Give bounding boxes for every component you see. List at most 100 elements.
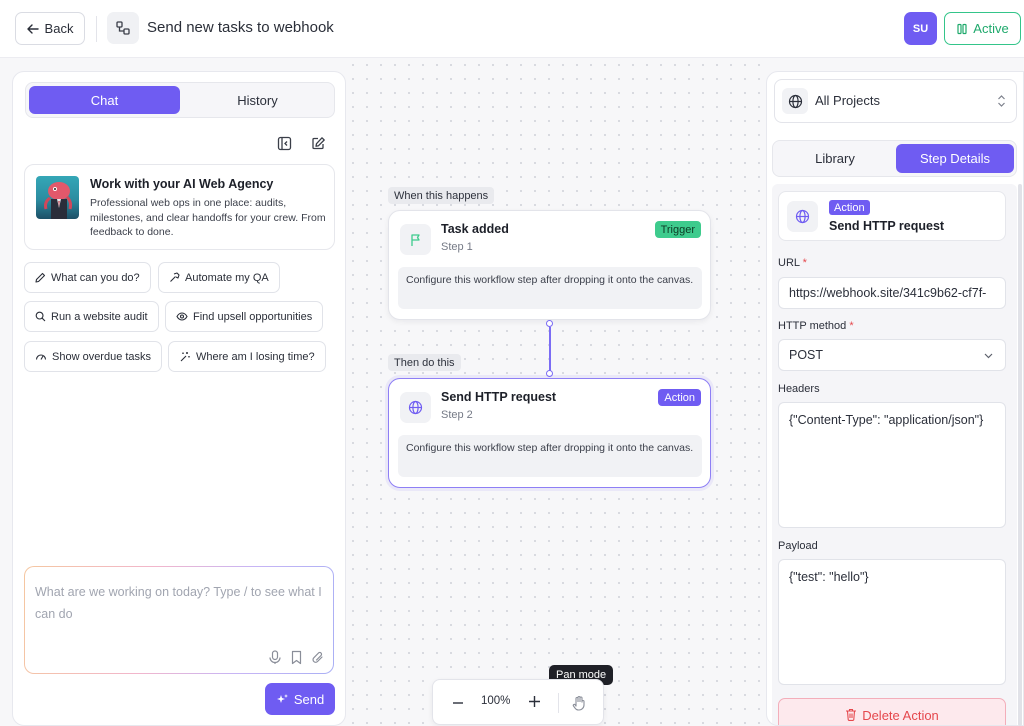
delete-label: Delete Action [862,708,939,723]
globe-icon [782,88,808,114]
status-label: Active [973,21,1009,36]
zoom-divider [558,693,559,713]
zoom-in-button[interactable] [529,692,540,712]
agency-title: Work with your AI Web Agency [90,177,274,191]
properties-panel: All Projects Library Step Details Action… [766,71,1024,726]
sparkle-icon [180,352,190,362]
hammer-icon [170,272,180,282]
back-label: Back [44,21,74,36]
tab-library[interactable]: Library [776,144,894,173]
suggestion-losing-time[interactable]: Where am I losing time? [168,341,326,372]
workflow-node-trigger[interactable]: Task added Step 1 Trigger Configure this… [388,210,711,320]
gauge-icon [35,354,47,360]
http-method-value: POST [789,348,824,362]
input-actions [268,650,325,665]
stage-label-action: Then do this [388,354,461,371]
suggestion-label: Find upsell opportunities [193,310,313,323]
microphone-icon[interactable] [268,650,282,665]
hand-icon[interactable] [569,693,589,713]
pencil-icon [35,272,46,283]
stage-label-trigger: When this happens [388,187,495,204]
trigger-badge: Trigger [654,221,701,238]
agency-avatar-image [36,176,79,219]
sparkles-icon [276,693,288,703]
headers-label: Headers [778,383,820,395]
connector-handle-bottom[interactable] [546,370,553,377]
edit-icon[interactable] [309,134,327,152]
zoom-controls: 100% [432,679,604,725]
details-scrollbar[interactable] [1018,184,1022,726]
node-title: Task added [441,222,509,236]
trash-icon [846,708,857,721]
http-method-select[interactable]: POST [778,339,1006,371]
suggestion-automate-qa[interactable]: Automate my QA [158,262,280,293]
sidebar-collapse-icon[interactable] [275,134,293,152]
workflow-canvas[interactable]: When this happens Task added Step 1 Trig… [346,58,766,726]
node-description: Configure this workflow step after dropp… [398,267,702,309]
paperclip-icon[interactable] [311,650,325,665]
http-method-label: HTTP method * [778,320,854,332]
arrow-left-icon [26,23,39,34]
globe-icon [787,201,818,232]
agency-description: Professional web ops in one place: audit… [90,197,326,238]
back-button[interactable]: Back [15,12,85,45]
suggestion-overdue-tasks[interactable]: Show overdue tasks [24,341,163,372]
chevron-updown-icon [998,95,1005,107]
minus-icon [453,702,463,704]
node-step: Step 1 [441,241,473,253]
suggestion-label: Run a website audit [51,310,148,323]
chat-input-placeholder: What are we working on today? Type / to … [35,585,322,621]
headers-textarea[interactable]: {"Content-Type": "application/json"} [778,402,1006,528]
suggestion-label: Where am I losing time? [196,350,315,363]
url-label: URL * [778,257,807,269]
top-bar: Back Send new tasks to webhook SU Active [0,0,1024,58]
user-avatar[interactable]: SU [904,12,937,45]
chat-panel: Chat History Work with your AI Web Agenc… [12,71,346,726]
tab-chat[interactable]: Chat [29,86,180,114]
tab-history[interactable]: History [182,86,333,114]
workflow-title: Send new tasks to webhook [147,19,334,36]
suggestion-label: Show overdue tasks [52,350,152,363]
project-select-value: All Projects [815,93,881,108]
eye-icon [176,312,188,321]
node-title: Send HTTP request [441,390,557,404]
agency-card[interactable]: Work with your AI Web Agency Professiona… [24,164,335,250]
suggestion-website-audit[interactable]: Run a website audit [24,301,159,332]
payload-label: Payload [778,540,818,552]
suggestion-upsell[interactable]: Find upsell opportunities [165,301,324,332]
suggestion-label: What can you do? [51,271,140,284]
node-description: Configure this workflow step after dropp… [398,435,702,477]
url-input[interactable]: https://webhook.site/341c9b62-cf7f- [778,277,1006,309]
active-status-button[interactable]: Active [944,12,1021,45]
delete-action-button[interactable]: Delete Action [778,698,1006,725]
bookmark-icon[interactable] [290,650,303,665]
step-title: Send HTTP request [829,219,945,233]
zoom-level: 100% [481,695,511,707]
chat-input[interactable]: What are we working on today? Type / to … [24,566,334,674]
workflow-node-action[interactable]: Send HTTP request Step 2 Action Configur… [388,378,711,488]
suggestion-label: Automate my QA [185,271,269,284]
flag-icon [400,224,431,255]
chat-tabs: Chat History [25,82,335,118]
action-badge: Action [829,200,870,215]
node-step: Step 2 [441,409,473,421]
zoom-out-button[interactable] [451,693,465,713]
pause-icon [957,23,967,34]
node-connector [549,327,551,371]
project-select[interactable]: All Projects [774,79,1017,123]
plus-icon [529,696,540,707]
chevron-down-icon [984,353,993,359]
search-icon [35,311,46,322]
panel-tabs: Library Step Details [772,140,1017,177]
globe-icon [400,392,431,423]
send-label: Send [293,691,325,707]
suggestion-what-can-you-do[interactable]: What can you do? [24,262,151,293]
workflow-icon [107,12,139,44]
send-button[interactable]: Send [265,683,335,715]
payload-textarea[interactable]: {"test": "hello"} [778,559,1006,685]
header-divider [96,16,97,42]
tab-step-details[interactable]: Step Details [896,144,1014,173]
step-summary-card: Action Send HTTP request [778,191,1006,241]
action-badge: Action [658,389,701,406]
connector-handle-top[interactable] [546,320,553,327]
